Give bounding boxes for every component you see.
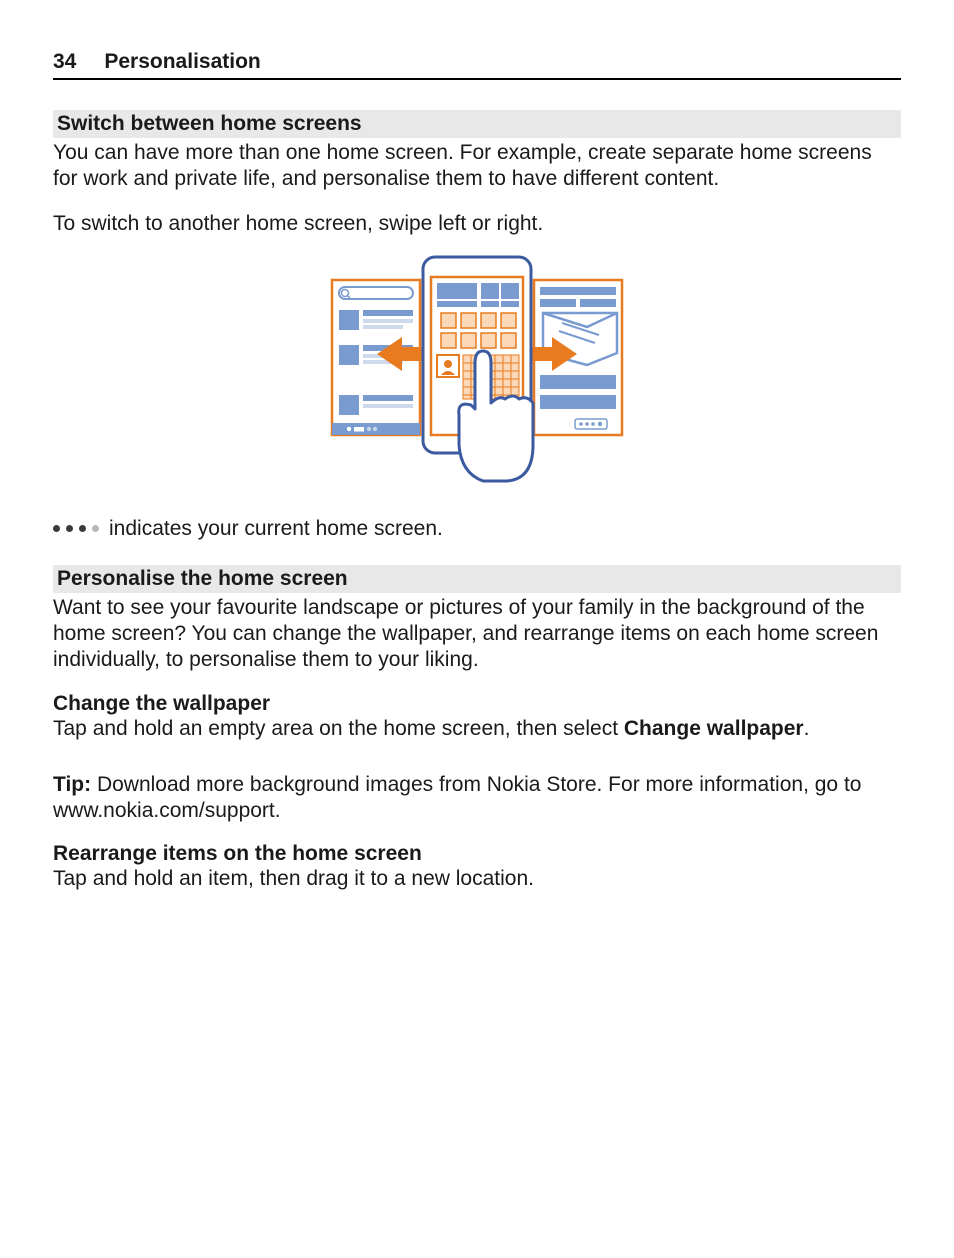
document-page: 34 Personalisation Switch between home s… [0, 0, 954, 951]
tip-paragraph: Tip: Download more background images fro… [53, 772, 901, 825]
indicator-dot-current-icon [92, 525, 99, 532]
body-text: You can have more than one home screen. … [53, 140, 901, 193]
indicator-dot-icon [53, 525, 60, 532]
chapter-title: Personalisation [104, 50, 260, 74]
text-fragment: Tap and hold an empty area on the home s… [53, 717, 624, 740]
page-header: 34 Personalisation [53, 50, 901, 80]
subheading-change-wallpaper: Change the wallpaper [53, 692, 901, 716]
body-text: Tap and hold an item, then drag it to a … [53, 866, 901, 892]
indicator-dot-icon [79, 525, 86, 532]
subheading-rearrange-items: Rearrange items on the home screen [53, 842, 901, 866]
tip-label: Tip: [53, 773, 91, 796]
swipe-homescreen-illustration [53, 255, 901, 491]
section-heading-switch-screens: Switch between home screens [53, 110, 901, 138]
body-text: To switch to another home screen, swipe … [53, 211, 901, 237]
body-text: Tap and hold an empty area on the home s… [53, 716, 901, 742]
indicator-description: indicates your current home screen. [109, 517, 443, 541]
body-text: Want to see your favourite landscape or … [53, 595, 901, 674]
page-number: 34 [53, 50, 76, 74]
tip-text: Download more background images from Nok… [53, 773, 861, 822]
section-heading-personalise: Personalise the home screen [53, 565, 901, 593]
text-fragment: . [804, 717, 810, 740]
indicator-dot-icon [66, 525, 73, 532]
ui-label-reference: Change wallpaper [624, 717, 804, 740]
home-screen-indicator-row: indicates your current home screen. [53, 517, 901, 541]
